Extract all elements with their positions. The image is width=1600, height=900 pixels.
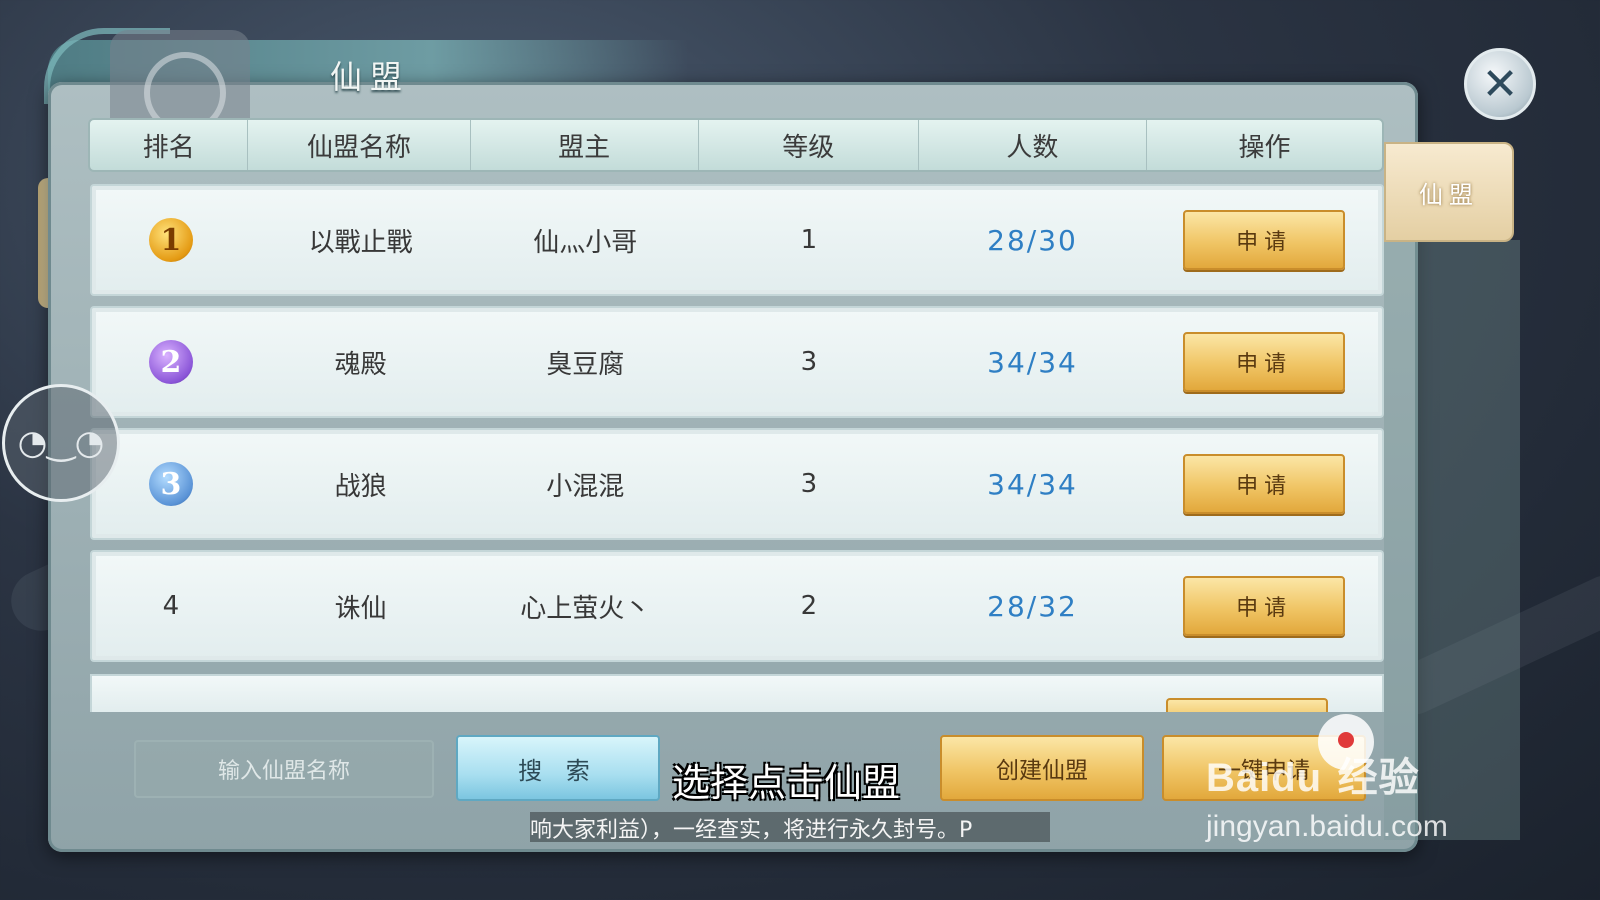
guild-search-input[interactable]: 输入仙盟名称	[134, 740, 434, 798]
pet-face-icon: ◔‿◔	[17, 423, 105, 463]
guild-name: 战狼	[334, 471, 387, 502]
guild-level: 3	[800, 347, 818, 377]
guild-level: 2	[800, 591, 818, 621]
apply-button[interactable]: 申请	[1183, 210, 1346, 270]
floating-pet-avatar[interactable]: ◔‿◔	[2, 384, 120, 502]
table-row: 4 诛仙 心上萤火丶 2 28/32 申请	[90, 550, 1384, 662]
table-header: 排名 仙盟名称 盟主 等级 人数 操作	[88, 118, 1384, 172]
purple-medal-icon: 2	[148, 340, 193, 384]
header-level: 等级	[699, 120, 919, 170]
guild-name: 魂殿	[334, 349, 387, 380]
member-count: 34/34	[987, 345, 1078, 379]
guild-leader: 臭豆腐	[546, 349, 625, 380]
guild-leader: 小混混	[546, 471, 625, 502]
watermark-logo-a: Bai	[1206, 756, 1272, 800]
paw-logo-icon	[1318, 714, 1374, 770]
header-leader: 盟主	[471, 120, 699, 170]
window-title: 仙盟	[330, 58, 411, 96]
member-count: 34/34	[987, 467, 1078, 501]
table-row-partial	[90, 674, 1384, 712]
apply-button[interactable]: 申请	[1183, 576, 1346, 636]
apply-button[interactable]	[1166, 698, 1328, 712]
header-members: 人数	[919, 120, 1147, 170]
watermark-url: jingyan.baidu.com	[1206, 810, 1448, 843]
video-subtitle: 选择点击仙盟	[672, 761, 901, 805]
member-count: 28/32	[987, 589, 1078, 623]
header-guild-name: 仙盟名称	[248, 120, 471, 170]
guild-name: 诛仙	[334, 593, 387, 624]
guild-leader: 心上萤火丶	[520, 593, 651, 624]
announcement-ticker: 响大家利益），一经查实，将进行永久封号。P	[530, 812, 1050, 842]
rank-number: 4	[162, 591, 180, 621]
header-rank: 排名	[90, 120, 249, 170]
guild-leader: 仙灬小哥	[533, 227, 638, 258]
table-row: 1 以戰止戰 仙灬小哥 1 28/30 申请	[90, 184, 1384, 296]
search-button[interactable]: 搜 索	[456, 735, 660, 801]
member-count: 28/30	[987, 223, 1078, 257]
close-button[interactable]: ✕	[1464, 48, 1536, 120]
create-guild-button[interactable]: 创建仙盟	[940, 735, 1144, 801]
table-row: 3 战狼 小混混 3 34/34 申请	[90, 428, 1384, 540]
gold-medal-icon: 1	[148, 218, 193, 262]
table-row: 2 魂殿 臭豆腐 3 34/34 申请	[90, 306, 1384, 418]
close-icon: ✕	[1481, 58, 1519, 110]
watermark-logo-b: du	[1271, 756, 1323, 800]
header-action: 操作	[1238, 132, 1291, 163]
tab-guild[interactable]: 仙盟	[1384, 142, 1514, 242]
baidu-jingyan-watermark: Baidu 经验 jingyan.baidu.com	[1206, 714, 1448, 843]
guild-level: 3	[800, 469, 818, 499]
apply-button[interactable]: 申请	[1183, 332, 1346, 392]
apply-button[interactable]: 申请	[1183, 454, 1346, 514]
guild-name: 以戰止戰	[308, 227, 413, 258]
blue-medal-icon: 3	[148, 462, 193, 506]
guild-level: 1	[800, 225, 818, 255]
